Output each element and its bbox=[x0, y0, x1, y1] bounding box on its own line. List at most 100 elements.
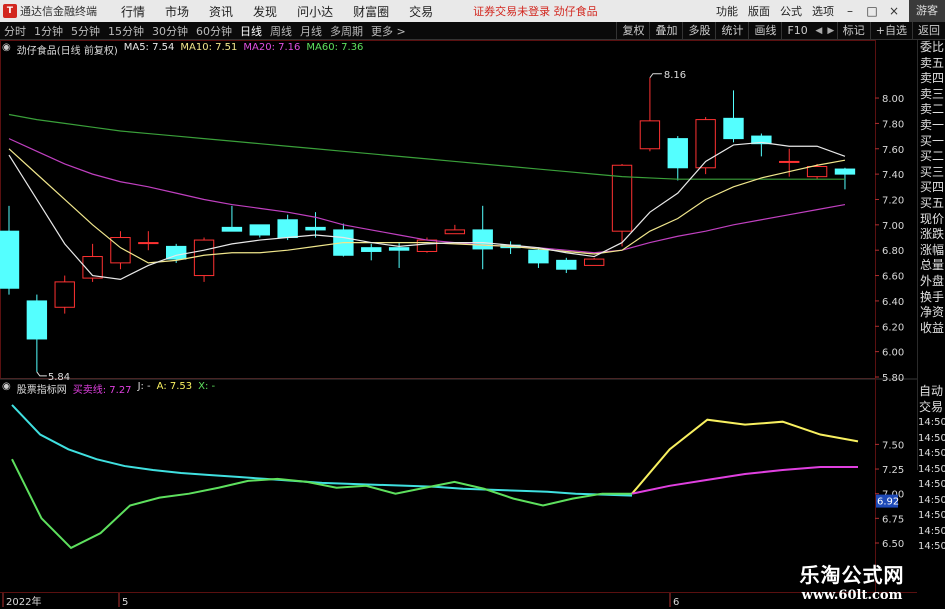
maximize-icon[interactable]: □ bbox=[861, 4, 883, 18]
candle-body bbox=[361, 247, 382, 252]
period-more[interactable]: 更多 > bbox=[367, 23, 410, 39]
ma60-value: MA60: 7.36 bbox=[306, 42, 364, 53]
side-label: 买一 bbox=[920, 133, 945, 148]
price-tick-label: 6.20 bbox=[882, 322, 904, 333]
app-logo-icon: T bbox=[3, 4, 17, 18]
time-label: 14:50 bbox=[918, 510, 945, 522]
indicator-legend: ◉ 股票指标网 买卖线: 7.27 J: - A: 7.53 X: - bbox=[2, 381, 215, 396]
a-value: A: 7.53 bbox=[156, 381, 193, 392]
mark-button[interactable]: 标记 bbox=[836, 22, 870, 39]
candle-body bbox=[0, 230, 20, 289]
period-30min[interactable]: 30分钟 bbox=[148, 23, 192, 39]
indicator-tick-label: 7.25 bbox=[882, 465, 904, 476]
menu-wealth-circle[interactable]: 财富圈 bbox=[343, 3, 399, 20]
menu-function[interactable]: 功能 bbox=[711, 3, 743, 19]
high-annotation-label: 8.16 bbox=[664, 70, 686, 81]
candle-body bbox=[277, 219, 298, 239]
trade-time-panel: 自动 交易 14:50 14:50 14:50 14:50 14:50 14:5… bbox=[917, 384, 945, 555]
menu-ask[interactable]: 问小达 bbox=[287, 3, 343, 20]
side-label: 卖五 bbox=[920, 55, 945, 70]
candle-body bbox=[110, 237, 131, 264]
collapse-icon[interactable]: ◉ bbox=[2, 42, 11, 57]
period-1min[interactable]: 1分钟 bbox=[30, 23, 67, 39]
menu-layout[interactable]: 版面 bbox=[743, 3, 775, 19]
menu-options[interactable]: 选项 bbox=[807, 3, 839, 19]
menu-market[interactable]: 市场 bbox=[155, 3, 199, 20]
time-label: 14:50 bbox=[918, 541, 945, 553]
period-60min[interactable]: 60分钟 bbox=[192, 23, 236, 39]
candle-body bbox=[667, 138, 688, 169]
side-label[interactable]: 交易 bbox=[917, 400, 945, 416]
menu-news[interactable]: 资讯 bbox=[199, 3, 243, 20]
ma20-line bbox=[8, 138, 846, 254]
prev-arrow-icon[interactable]: ◀ bbox=[813, 26, 825, 36]
stock-title: 劲仔食品(日线 前复权) bbox=[16, 46, 118, 57]
side-label: 卖三 bbox=[920, 86, 945, 101]
multi-stock-button[interactable]: 多股 bbox=[682, 22, 715, 39]
guest-button[interactable]: 游客 bbox=[909, 0, 945, 22]
side-label: 现价 bbox=[920, 211, 945, 226]
time-label: 14:50 bbox=[918, 448, 945, 460]
side-label: 总量 bbox=[920, 258, 945, 273]
indicator-tick-label: 7.50 bbox=[882, 440, 904, 451]
ma60-line bbox=[8, 113, 845, 180]
side-label: 卖四 bbox=[920, 71, 945, 86]
j-line bbox=[11, 458, 603, 550]
statistics-button[interactable]: 统计 bbox=[715, 22, 748, 39]
minimize-icon[interactable]: – bbox=[839, 4, 861, 18]
adjust-button[interactable]: 复权 bbox=[616, 22, 649, 39]
time-label: 14:50 bbox=[918, 463, 945, 475]
main-legend: ◉ 劲仔食品(日线 前复权) MA5: 7.54 MA10: 7.51 MA20… bbox=[2, 42, 363, 57]
back-button[interactable]: 返回 bbox=[912, 22, 945, 39]
login-status: 证券交易未登录 劲仔食品 bbox=[473, 5, 598, 18]
side-label: 涨幅 bbox=[920, 242, 945, 257]
low-annotation-pointer bbox=[36, 371, 47, 377]
menu-trade[interactable]: 交易 bbox=[399, 3, 443, 20]
ma20-value: MA20: 7.16 bbox=[243, 42, 301, 53]
period-tick[interactable]: 分时 bbox=[0, 23, 30, 39]
add-favorite-button[interactable]: +自选 bbox=[869, 22, 912, 39]
side-label: 卖二 bbox=[920, 102, 945, 117]
price-tick-label: 7.20 bbox=[882, 195, 904, 206]
price-tick-label: 8.00 bbox=[882, 94, 904, 105]
menu-formula[interactable]: 公式 bbox=[775, 3, 807, 19]
overlay-button[interactable]: 叠加 bbox=[649, 22, 682, 39]
title-right-group: 功能 版面 公式 选项 – □ × 游客 bbox=[711, 0, 945, 22]
period-monthly[interactable]: 月线 bbox=[296, 23, 326, 39]
side-label: 卖一 bbox=[920, 117, 945, 132]
indicator-collapse-icon[interactable]: ◉ bbox=[2, 381, 11, 396]
side-label: 收益 bbox=[920, 320, 945, 335]
side-label: 委比 bbox=[920, 40, 945, 54]
candle-body bbox=[388, 247, 410, 251]
kline-chart[interactable]: 8.00 7.80 7.60 7.40 7.20 7.00 6.80 6.60 6.40 6.20… bbox=[0, 40, 917, 609]
price-tick-label: 7.80 bbox=[882, 119, 904, 130]
period-weekly[interactable]: 周线 bbox=[266, 23, 296, 39]
candle-body bbox=[26, 300, 48, 340]
price-tick-label: 6.60 bbox=[882, 272, 904, 283]
side-label: 买三 bbox=[920, 164, 945, 179]
draw-line-button[interactable]: 画线 bbox=[748, 22, 781, 39]
side-label: 买四 bbox=[920, 180, 945, 195]
time-label: 14:50 bbox=[918, 417, 945, 429]
price-tick-label: 6.80 bbox=[882, 246, 904, 257]
period-15min[interactable]: 15分钟 bbox=[104, 23, 148, 39]
time-label: 14:50 bbox=[918, 432, 945, 444]
side-label[interactable]: 自动 bbox=[917, 384, 945, 400]
close-icon[interactable]: × bbox=[883, 4, 905, 18]
buy-sell-line bbox=[11, 404, 633, 497]
indicator-tick-label: 6.75 bbox=[882, 514, 904, 525]
side-label: 换手 bbox=[920, 289, 945, 304]
ma5-line bbox=[8, 141, 846, 280]
period-daily[interactable]: 日线 bbox=[236, 23, 266, 39]
candle-body bbox=[723, 117, 744, 140]
candle-body bbox=[806, 166, 828, 178]
f10-button[interactable]: F10 bbox=[781, 22, 812, 39]
menu-discover[interactable]: 发现 bbox=[243, 3, 287, 20]
menu-market-quote[interactable]: 行情 bbox=[111, 3, 155, 20]
candle-body bbox=[444, 229, 466, 235]
period-5min[interactable]: 5分钟 bbox=[67, 23, 104, 39]
time-tick-label: 2022年 bbox=[6, 595, 41, 608]
next-arrow-icon[interactable]: ▶ bbox=[825, 26, 837, 36]
app-name: 通达信金融终端 bbox=[20, 5, 97, 18]
period-multi[interactable]: 多周期 bbox=[326, 23, 367, 39]
